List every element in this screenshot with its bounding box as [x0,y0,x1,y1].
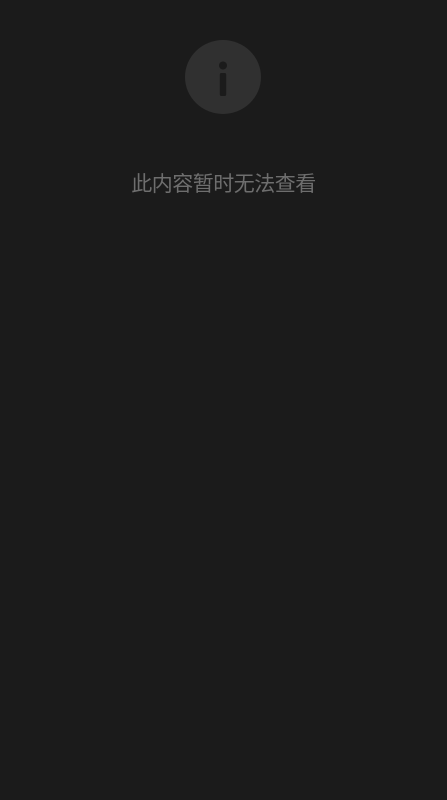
info-icon [185,40,261,114]
unavailable-message: 此内容暂时无法查看 [131,172,316,196]
content-unavailable-screen: 此内容暂时无法查看 [0,0,447,800]
